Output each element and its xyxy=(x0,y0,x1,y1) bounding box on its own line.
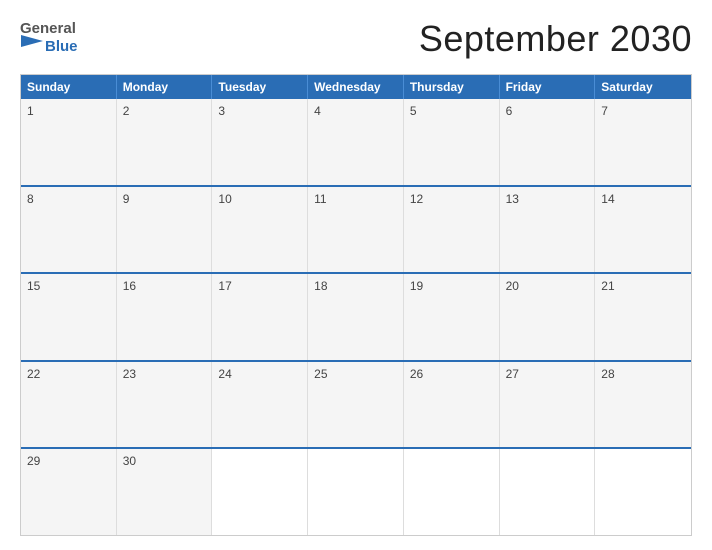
day-cell: 20 xyxy=(500,274,596,360)
day-number: 19 xyxy=(410,279,423,293)
day-header-saturday: Saturday xyxy=(595,75,691,99)
day-number: 2 xyxy=(123,104,130,118)
day-number: 23 xyxy=(123,367,136,381)
week-row-2: 8 9 10 11 12 13 14 xyxy=(21,185,691,273)
day-cell: 17 xyxy=(212,274,308,360)
day-cell: 27 xyxy=(500,362,596,448)
day-cell: 4 xyxy=(308,99,404,185)
day-cell: 11 xyxy=(308,187,404,273)
day-number: 13 xyxy=(506,192,519,206)
day-cell: 25 xyxy=(308,362,404,448)
header: General Blue September 2030 xyxy=(20,18,692,60)
logo-flag-icon xyxy=(21,35,43,57)
day-number: 21 xyxy=(601,279,614,293)
day-cell: 26 xyxy=(404,362,500,448)
day-cell: 7 xyxy=(595,99,691,185)
day-cell: 5 xyxy=(404,99,500,185)
day-number: 12 xyxy=(410,192,423,206)
day-number: 22 xyxy=(27,367,40,381)
day-cell: 1 xyxy=(21,99,117,185)
day-cell: 15 xyxy=(21,274,117,360)
day-number: 28 xyxy=(601,367,614,381)
day-cell: 21 xyxy=(595,274,691,360)
week-row-3: 15 16 17 18 19 20 21 xyxy=(21,272,691,360)
day-cell: 30 xyxy=(117,449,213,535)
day-number: 30 xyxy=(123,454,136,468)
logo-general-text: General xyxy=(20,21,78,36)
day-cell: 18 xyxy=(308,274,404,360)
day-cell xyxy=(595,449,691,535)
logo: General Blue xyxy=(20,21,78,58)
day-header-sunday: Sunday xyxy=(21,75,117,99)
day-cell: 24 xyxy=(212,362,308,448)
day-cell: 28 xyxy=(595,362,691,448)
day-number: 1 xyxy=(27,104,34,118)
day-header-thursday: Thursday xyxy=(404,75,500,99)
logo-blue-text: Blue xyxy=(45,39,78,54)
day-number: 16 xyxy=(123,279,136,293)
day-cell: 23 xyxy=(117,362,213,448)
day-header-monday: Monday xyxy=(117,75,213,99)
page: General Blue September 2030 SundayMonday… xyxy=(0,0,712,550)
day-number: 8 xyxy=(27,192,34,206)
day-header-friday: Friday xyxy=(500,75,596,99)
day-number: 24 xyxy=(218,367,231,381)
day-number: 15 xyxy=(27,279,40,293)
day-number: 27 xyxy=(506,367,519,381)
day-cell: 6 xyxy=(500,99,596,185)
day-number: 4 xyxy=(314,104,321,118)
day-cell: 12 xyxy=(404,187,500,273)
day-cell: 16 xyxy=(117,274,213,360)
day-cell xyxy=(500,449,596,535)
day-cell xyxy=(404,449,500,535)
day-number: 25 xyxy=(314,367,327,381)
day-number: 9 xyxy=(123,192,130,206)
week-row-5: 29 30 xyxy=(21,447,691,535)
day-cell: 9 xyxy=(117,187,213,273)
day-header-wednesday: Wednesday xyxy=(308,75,404,99)
day-cell: 14 xyxy=(595,187,691,273)
day-cell: 13 xyxy=(500,187,596,273)
day-number: 10 xyxy=(218,192,231,206)
week-row-1: 1 2 3 4 5 6 7 xyxy=(21,99,691,185)
day-number: 5 xyxy=(410,104,417,118)
day-cell xyxy=(212,449,308,535)
day-number: 14 xyxy=(601,192,614,206)
day-number: 3 xyxy=(218,104,225,118)
month-title: September 2030 xyxy=(419,18,692,60)
day-number: 7 xyxy=(601,104,608,118)
day-headers: SundayMondayTuesdayWednesdayThursdayFrid… xyxy=(21,75,691,99)
day-cell: 2 xyxy=(117,99,213,185)
day-number: 11 xyxy=(314,192,326,206)
day-number: 17 xyxy=(218,279,231,293)
day-number: 29 xyxy=(27,454,40,468)
day-cell xyxy=(308,449,404,535)
day-number: 18 xyxy=(314,279,327,293)
day-number: 26 xyxy=(410,367,423,381)
day-header-tuesday: Tuesday xyxy=(212,75,308,99)
day-cell: 29 xyxy=(21,449,117,535)
calendar: SundayMondayTuesdayWednesdayThursdayFrid… xyxy=(20,74,692,536)
day-cell: 10 xyxy=(212,187,308,273)
day-cell: 8 xyxy=(21,187,117,273)
day-cell: 3 xyxy=(212,99,308,185)
day-cell: 19 xyxy=(404,274,500,360)
day-number: 20 xyxy=(506,279,519,293)
weeks: 1234567891011121314151617181920212223242… xyxy=(21,99,691,535)
day-number: 6 xyxy=(506,104,513,118)
day-cell: 22 xyxy=(21,362,117,448)
week-row-4: 22 23 24 25 26 27 28 xyxy=(21,360,691,448)
